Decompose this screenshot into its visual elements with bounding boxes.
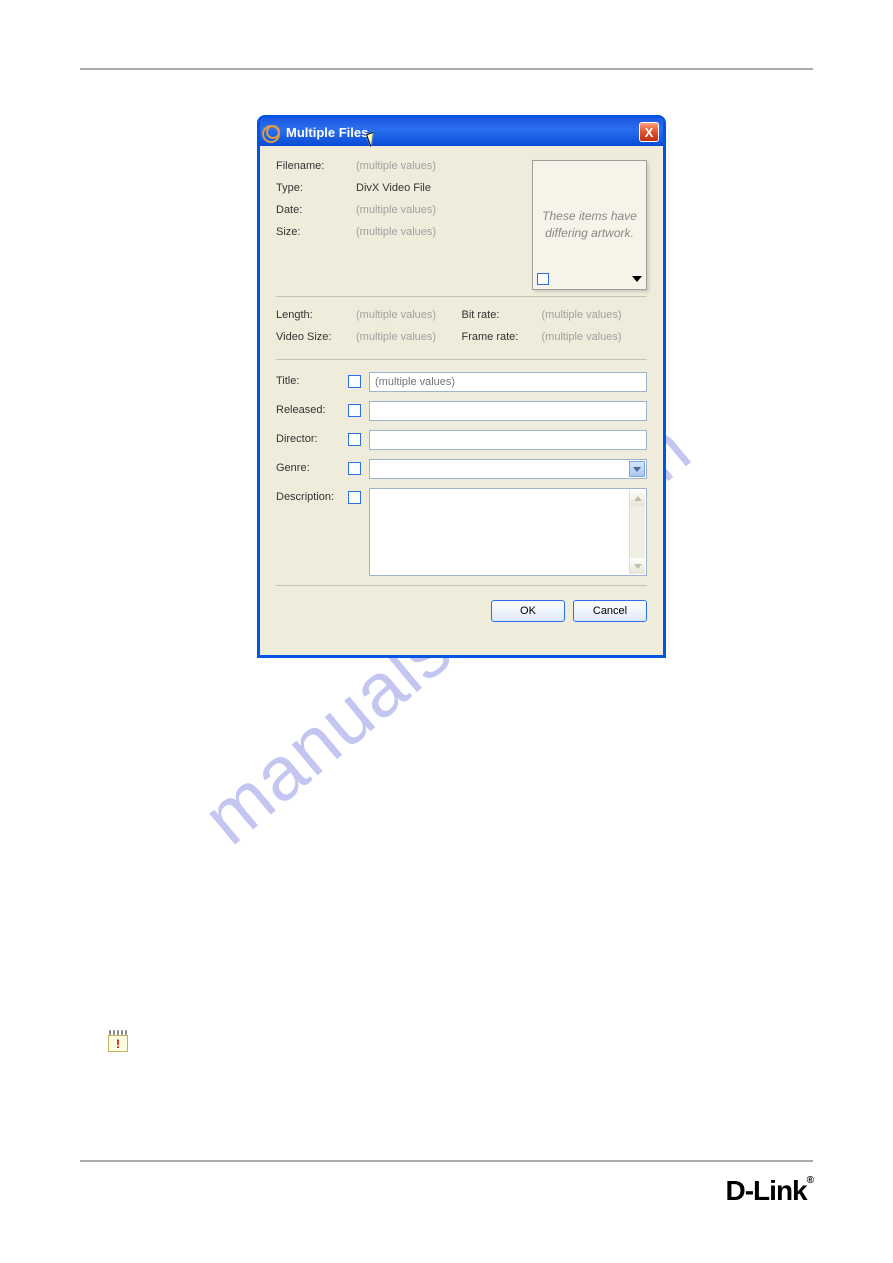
director-field-label: Director: bbox=[276, 430, 348, 445]
genre-field-label: Genre: bbox=[276, 459, 348, 474]
size-label: Size: bbox=[276, 226, 356, 238]
genre-select[interactable] bbox=[369, 459, 647, 479]
dialog-button-row: OK Cancel bbox=[276, 600, 647, 622]
scroll-up-icon[interactable] bbox=[630, 490, 645, 506]
size-value: (multiple values) bbox=[356, 226, 436, 238]
bitrate-label: Bit rate: bbox=[462, 309, 542, 321]
director-checkbox[interactable] bbox=[348, 433, 361, 446]
length-label: Length: bbox=[276, 309, 356, 321]
framerate-label: Frame rate: bbox=[462, 331, 542, 343]
released-input[interactable] bbox=[369, 401, 647, 421]
date-label: Date: bbox=[276, 204, 356, 216]
page-divider-top bbox=[80, 68, 813, 70]
videosize-value: (multiple values) bbox=[356, 331, 436, 343]
description-checkbox[interactable] bbox=[348, 491, 361, 504]
alert-glyph: ! bbox=[108, 1035, 128, 1052]
type-value: DivX Video File bbox=[356, 182, 431, 194]
filename-value: (multiple values) bbox=[356, 160, 436, 172]
bitrate-value: (multiple values) bbox=[542, 309, 622, 321]
type-label: Type: bbox=[276, 182, 356, 194]
title-checkbox[interactable] bbox=[348, 375, 361, 388]
artwork-checkbox[interactable] bbox=[537, 273, 549, 285]
artwork-text: These items have differing artwork. bbox=[539, 208, 640, 242]
description-textarea[interactable] bbox=[369, 488, 647, 576]
section-divider-3 bbox=[276, 585, 647, 586]
section-divider-2 bbox=[276, 359, 647, 360]
app-icon bbox=[266, 125, 280, 139]
dialog-body: Filename: (multiple values) Type: DivX V… bbox=[260, 146, 663, 632]
director-input[interactable] bbox=[369, 430, 647, 450]
scroll-down-icon[interactable] bbox=[630, 558, 645, 574]
framerate-value: (multiple values) bbox=[542, 331, 622, 343]
length-value: (multiple values) bbox=[356, 309, 436, 321]
dialog-titlebar[interactable]: Multiple Files X bbox=[260, 118, 663, 146]
dlink-logo: D-Link® bbox=[726, 1175, 813, 1207]
title-input[interactable] bbox=[369, 372, 647, 392]
released-field-label: Released: bbox=[276, 401, 348, 416]
section-divider-1 bbox=[276, 296, 647, 297]
title-field-label: Title: bbox=[276, 372, 348, 387]
textarea-scrollbar[interactable] bbox=[629, 490, 645, 574]
metadata-fields: Title: Released: Director: Genre: bbox=[276, 372, 647, 576]
genre-checkbox[interactable] bbox=[348, 462, 361, 475]
videosize-label: Video Size: bbox=[276, 331, 356, 343]
multiple-files-dialog: Multiple Files X Filename: (multiple val… bbox=[257, 115, 666, 658]
date-value: (multiple values) bbox=[356, 204, 436, 216]
close-button[interactable]: X bbox=[639, 122, 659, 142]
released-checkbox[interactable] bbox=[348, 404, 361, 417]
dialog-title: Multiple Files bbox=[286, 125, 639, 140]
page-divider-bottom bbox=[80, 1160, 813, 1162]
artwork-panel: These items have differing artwork. bbox=[532, 160, 647, 290]
filename-label: Filename: bbox=[276, 160, 356, 172]
note-icon: ! bbox=[108, 1030, 128, 1052]
media-info-grid: Length: (multiple values) Bit rate: (mul… bbox=[276, 309, 647, 353]
cancel-button[interactable]: Cancel bbox=[573, 600, 647, 622]
artwork-dropdown-icon[interactable] bbox=[632, 276, 642, 282]
ok-button[interactable]: OK bbox=[491, 600, 565, 622]
chevron-down-icon[interactable] bbox=[629, 461, 645, 477]
file-info-grid: Filename: (multiple values) Type: DivX V… bbox=[276, 160, 532, 248]
description-field-label: Description: bbox=[276, 488, 348, 503]
